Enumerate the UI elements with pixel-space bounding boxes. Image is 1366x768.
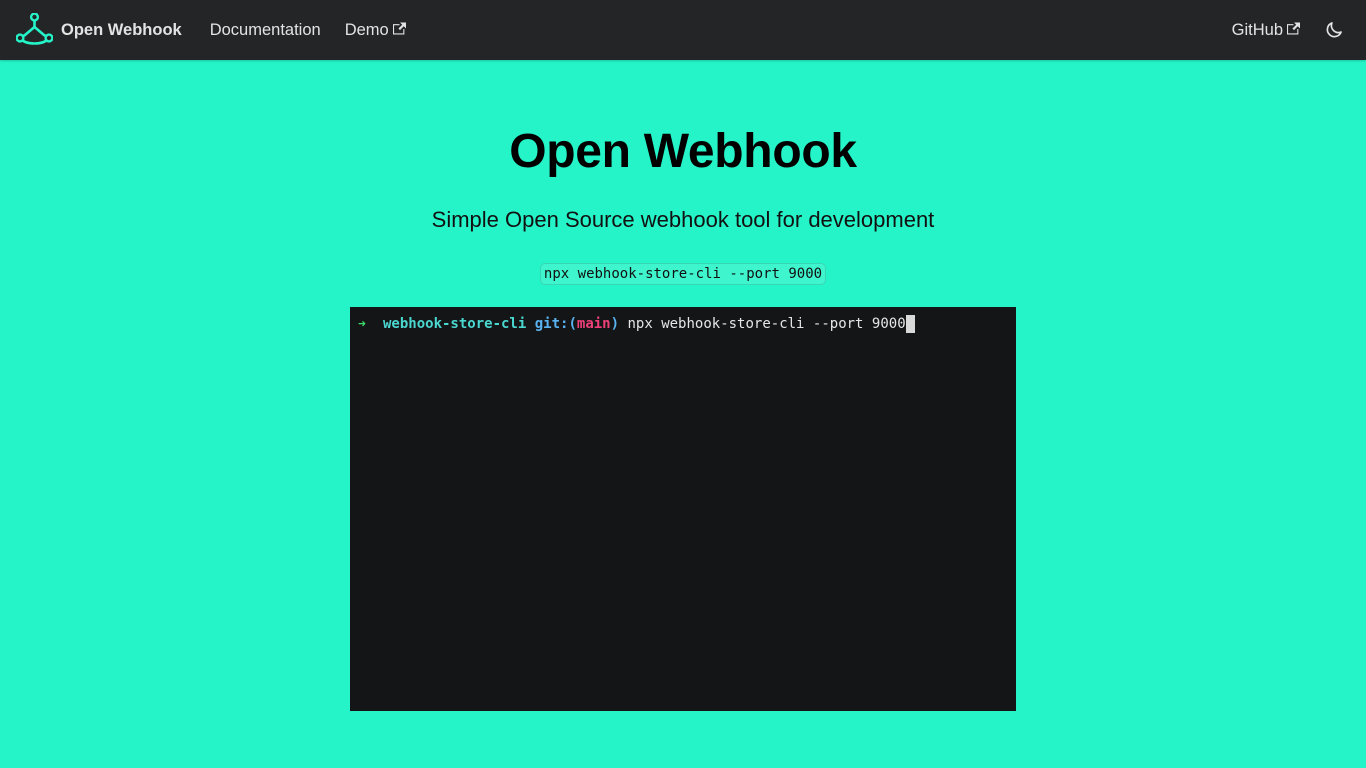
nav-link-documentation[interactable]: Documentation: [210, 21, 321, 40]
terminal-prompt-line: ➜ webhook-store-cli git:( main ) npx web…: [358, 315, 1008, 333]
brand-link[interactable]: Open Webhook: [16, 13, 182, 47]
hero-title: Open Webhook: [509, 125, 857, 178]
terminal-cursor: [905, 315, 915, 333]
nav-link-demo-label: Demo: [344, 20, 389, 39]
install-command[interactable]: npx webhook-store-cli --port 9000: [539, 263, 827, 285]
brand-title: Open Webhook: [61, 20, 182, 39]
terminal-git-suffix: ): [610, 316, 620, 332]
external-link-icon: [1287, 22, 1300, 35]
terminal-demo: ➜ webhook-store-cli git:( main ) npx web…: [350, 307, 1016, 711]
nav-link-github[interactable]: GitHub: [1232, 21, 1300, 40]
terminal-command: npx webhook-store-cli --port 9000: [627, 316, 906, 332]
hero-subtitle: Simple Open Source webhook tool for deve…: [431, 207, 935, 232]
terminal-branch: main: [576, 316, 611, 332]
nav-link-demo[interactable]: Demo: [345, 21, 406, 40]
moon-icon: [1326, 22, 1342, 38]
prompt-arrow-icon: ➜: [358, 316, 366, 332]
install-command-wrapper: npx webhook-store-cli --port 9000: [0, 263, 1366, 285]
nav-link-documentation-label: Documentation: [209, 20, 321, 39]
terminal-git-prefix: git:(: [534, 316, 577, 332]
nav-link-github-label: GitHub: [1231, 20, 1283, 39]
navbar: Open Webhook Documentation Demo GitHub: [0, 0, 1366, 60]
theme-toggle-button[interactable]: [1318, 14, 1350, 46]
external-link-icon: [392, 22, 406, 35]
terminal-directory: webhook-store-cli: [383, 316, 527, 332]
open-webhook-logo-icon: [16, 13, 53, 45]
navbar-right: GitHub: [1232, 14, 1350, 46]
